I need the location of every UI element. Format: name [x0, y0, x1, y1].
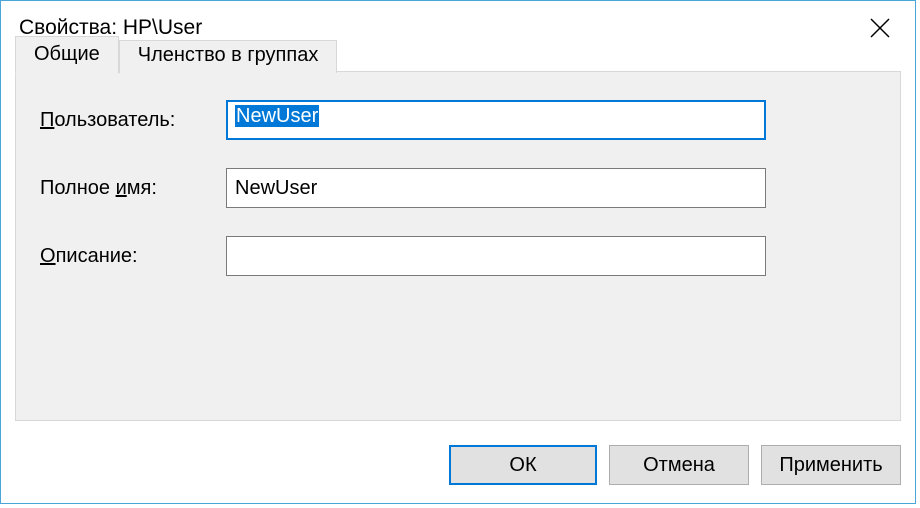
tab-general[interactable]: Общие — [15, 36, 119, 74]
input-user[interactable]: NewUser — [226, 100, 766, 140]
close-icon — [869, 17, 891, 39]
label-description: Описание: — [40, 245, 226, 268]
input-description[interactable] — [226, 236, 766, 276]
form-body: Пользователь: NewUser Полное имя: Описан… — [16, 72, 900, 276]
label-user: Пользователь: — [40, 109, 226, 132]
input-fullname[interactable] — [226, 168, 766, 208]
cancel-button[interactable]: Отмена — [609, 445, 749, 485]
ok-button[interactable]: ОК — [449, 445, 597, 485]
tab-content: Общие Членство в группах Пользователь: N… — [15, 71, 901, 421]
tabs: Общие Членство в группах — [15, 36, 337, 73]
button-row: ОК Отмена Применить — [449, 445, 901, 485]
properties-dialog: Свойства: HP\User Общие Членство в групп… — [0, 0, 916, 504]
row-user: Пользователь: NewUser — [40, 100, 876, 140]
label-fullname: Полное имя: — [40, 177, 226, 200]
row-fullname: Полное имя: — [40, 168, 876, 208]
apply-button[interactable]: Применить — [761, 445, 901, 485]
tab-membership[interactable]: Членство в группах — [119, 40, 338, 73]
close-button[interactable] — [845, 1, 915, 55]
row-description: Описание: — [40, 236, 876, 276]
